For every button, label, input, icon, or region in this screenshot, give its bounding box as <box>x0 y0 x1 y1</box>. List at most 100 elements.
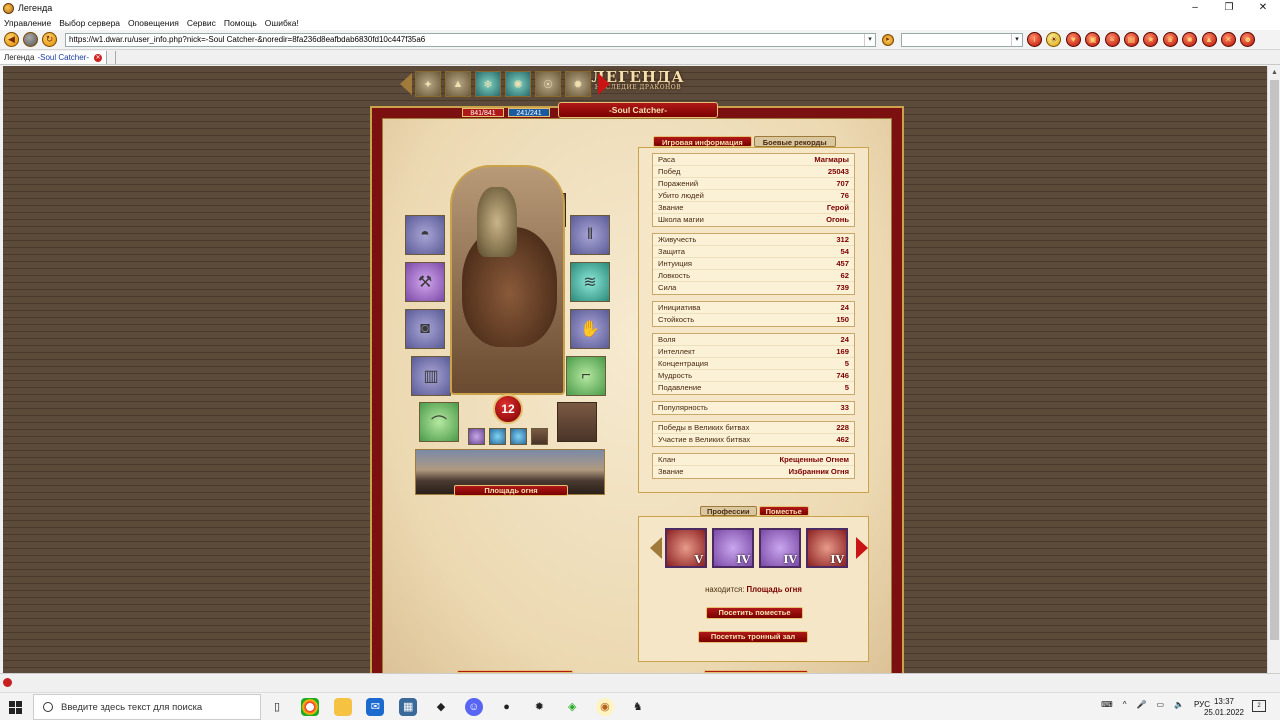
app-icon-3[interactable]: ✹ <box>530 698 548 716</box>
app-icon-1[interactable]: ◆ <box>432 698 450 716</box>
estate-next-icon[interactable] <box>856 537 868 559</box>
app-icon-4[interactable]: ◈ <box>563 698 581 716</box>
search-combo[interactable]: ▾ <box>901 33 1023 47</box>
stats-group: Популярность 33 <box>652 401 855 415</box>
menu-service[interactable]: Сервис <box>183 18 220 28</box>
offhand-slot[interactable]: ≋ <box>570 262 610 302</box>
legs-slot[interactable]: ▥ <box>411 356 451 396</box>
app-icon-2[interactable]: ● <box>498 698 516 716</box>
stat-value: 746 <box>836 371 849 380</box>
address-bar[interactable]: https://w1.dwar.ru/user_info.php?nick=-S… <box>65 33 876 47</box>
sun-icon[interactable]: ☀ <box>1046 32 1062 47</box>
shoulders-slot[interactable]: ◓ <box>405 215 445 255</box>
armor-slot[interactable]: ◙ <box>405 309 445 349</box>
taskbar-search[interactable]: Введите здесь текст для поиска <box>33 694 261 720</box>
menu-notifications[interactable]: Оповещения <box>124 18 183 28</box>
scroll-thumb[interactable] <box>1270 80 1279 640</box>
tab-estate[interactable]: Поместье <box>758 506 809 516</box>
effects-next-icon[interactable] <box>598 73 610 95</box>
effect-slot[interactable]: ☉ <box>535 71 561 97</box>
back-icon[interactable]: ◀ <box>4 32 19 47</box>
stat-value: 457 <box>836 259 849 268</box>
visit-estate-button[interactable]: Посетить поместье <box>706 607 803 619</box>
mail-icon[interactable]: ✉ <box>366 698 385 716</box>
stat-label: Мудрость <box>658 371 693 380</box>
bracers-slot[interactable]: ‖ <box>570 215 610 255</box>
info-icon[interactable]: i <box>1027 32 1042 47</box>
go-icon[interactable]: ▸ <box>882 34 894 46</box>
chrome-icon[interactable] <box>300 698 319 716</box>
tab-game-info[interactable]: Игровая информация <box>653 136 752 147</box>
tab-legend[interactable]: Легенда -Soul Catcher- ✕ <box>0 51 108 64</box>
star-icon[interactable]: ★ <box>1143 32 1159 47</box>
effect-slot[interactable]: ✺ <box>505 71 531 97</box>
bag-icon[interactable]: ▣ <box>1085 32 1101 47</box>
effects-prev-icon[interactable] <box>400 73 412 95</box>
belt-slot[interactable] <box>468 428 485 445</box>
scroll-up-icon[interactable]: ▲ <box>1268 66 1280 79</box>
menu-help[interactable]: Помощь <box>220 18 261 28</box>
tab-battle-records[interactable]: Боевые рекорды <box>753 136 836 147</box>
menu-control[interactable]: Управление <box>0 18 55 28</box>
search-dropdown-icon[interactable]: ▾ <box>1011 34 1022 46</box>
keyboard-icon[interactable]: ⌨ <box>1101 700 1113 709</box>
minimize-button[interactable]: – <box>1178 0 1212 16</box>
building-workshop[interactable]: IV <box>806 528 848 568</box>
effect-slot[interactable]: ▲ <box>445 71 471 97</box>
menu-server[interactable]: Выбор сервера <box>55 18 124 28</box>
boots-slot[interactable]: ⌐ <box>566 356 606 396</box>
discord-icon[interactable]: ☺ <box>464 698 483 716</box>
effect-slot[interactable]: ✦ <box>415 71 441 97</box>
building-forge[interactable]: V <box>665 528 707 568</box>
helmet-icon[interactable]: ▲ <box>1201 32 1217 47</box>
toolbar: ◀ ↻ https://w1.dwar.ru/user_info.php?nic… <box>0 30 1280 50</box>
tab-empty[interactable] <box>107 51 117 64</box>
tab-close-icon[interactable]: ✕ <box>94 53 103 62</box>
building-altar[interactable]: IV <box>712 528 754 568</box>
close-button[interactable]: ✕ <box>1246 0 1280 16</box>
ring-slot[interactable]: ⌒ <box>419 402 459 442</box>
clock[interactable]: 13:37 25.01.2022 <box>1203 696 1245 718</box>
gloves-slot[interactable]: ✋ <box>570 309 610 349</box>
maximize-button[interactable]: ❐ <box>1212 0 1246 16</box>
building-tower[interactable]: IV <box>759 528 801 568</box>
windows-start-icon[interactable] <box>9 701 22 714</box>
belt-slot[interactable] <box>510 428 527 445</box>
people-icon[interactable]: ☻ <box>1240 32 1256 47</box>
task-view-icon[interactable]: ▯ <box>268 698 286 716</box>
tab-professions[interactable]: Профессии <box>700 506 757 516</box>
scroll-icon[interactable]: ≡ <box>1104 32 1120 47</box>
location-button[interactable]: Площадь огня <box>454 485 568 496</box>
weapon-slot[interactable]: ⚒ <box>405 262 445 302</box>
stat-row: Концентрация 5 <box>653 358 854 370</box>
app-icon-5[interactable]: ♞ <box>629 698 647 716</box>
notification-icon[interactable]: 2 <box>1252 700 1266 712</box>
visit-throne-button[interactable]: Посетить тронный зал <box>698 631 808 643</box>
crown-icon[interactable]: ♛ <box>1162 32 1178 47</box>
address-dropdown-icon[interactable]: ▾ <box>864 34 875 46</box>
swords-icon[interactable]: ✕ <box>1220 32 1236 47</box>
explorer-icon[interactable] <box>333 698 352 716</box>
empty-slot[interactable] <box>557 402 597 442</box>
vertical-scrollbar[interactable]: ▲ <box>1267 66 1280 673</box>
window-controls: – ❐ ✕ <box>1178 0 1280 16</box>
network-icon[interactable]: ▭ <box>1156 700 1164 709</box>
book-icon[interactable]: ▤ <box>1123 32 1139 47</box>
effect-slot[interactable]: ❄ <box>475 71 501 97</box>
belt-slot[interactable] <box>531 428 548 445</box>
volume-icon[interactable]: 🔈 <box>1174 700 1184 709</box>
effect-slot[interactable]: ✹ <box>565 71 591 97</box>
calculator-icon[interactable]: ▦ <box>399 698 418 716</box>
legend-app-icon[interactable]: ◉ <box>595 698 614 716</box>
stat-value[interactable]: Крещенные Огнем <box>779 454 849 465</box>
refresh-icon[interactable]: ↻ <box>42 32 57 47</box>
stat-value[interactable]: Избранник Огня <box>789 466 849 478</box>
tray-expand-icon[interactable]: ^ <box>1123 700 1127 709</box>
stop-icon[interactable] <box>23 32 38 47</box>
mic-icon[interactable]: 🎤 <box>1136 700 1146 709</box>
belt-slot[interactable] <box>489 428 506 445</box>
menu-error[interactable]: Ошибка! <box>261 18 303 28</box>
estate-prev-icon[interactable] <box>650 537 662 559</box>
chest-icon[interactable]: ■ <box>1182 32 1198 47</box>
heart-icon[interactable]: ♥ <box>1065 32 1081 47</box>
